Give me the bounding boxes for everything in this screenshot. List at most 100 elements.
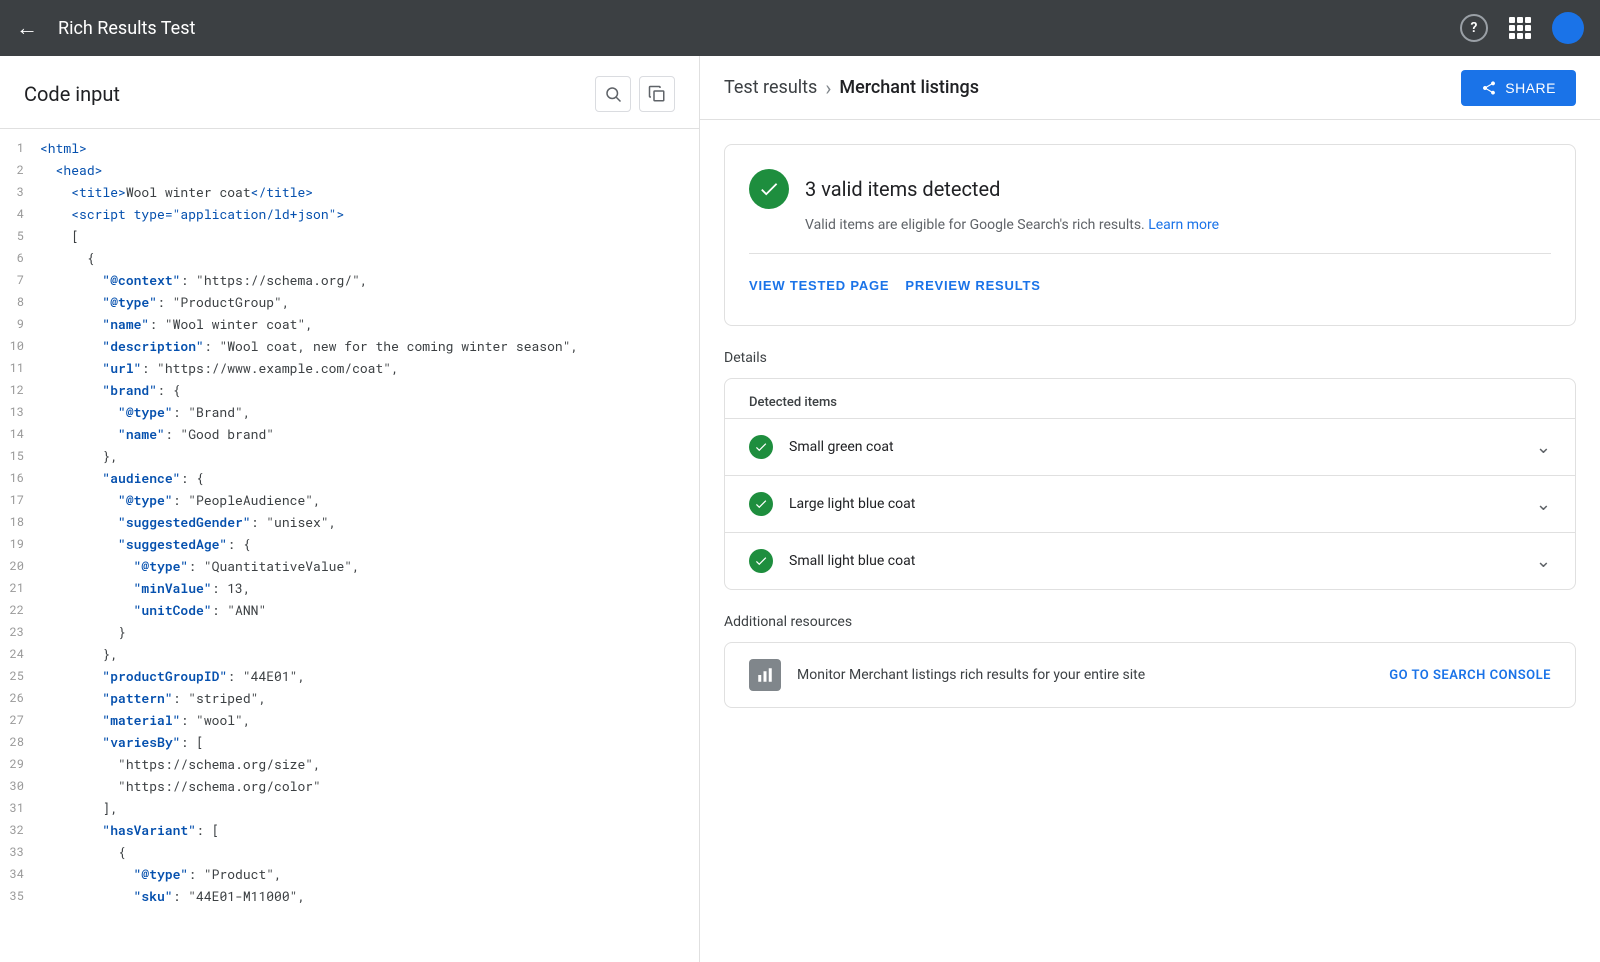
back-button[interactable]: ← (16, 15, 42, 41)
line-content: ], (40, 797, 699, 819)
code-line: 2 <head> (0, 159, 699, 181)
line-number: 12 (0, 379, 40, 401)
code-line: 5 [ (0, 225, 699, 247)
share-icon (1481, 80, 1497, 96)
breadcrumb-current: Merchant listings (839, 77, 979, 98)
line-content: }, (40, 445, 699, 467)
code-line: 1<html> (0, 137, 699, 159)
line-number: 18 (0, 511, 40, 533)
line-content: "unitCode": "ANN" (40, 599, 699, 621)
line-content: [ (40, 225, 699, 247)
user-avatar[interactable] (1552, 12, 1584, 44)
apps-button[interactable] (1504, 12, 1536, 44)
learn-more-link[interactable]: Learn more (1148, 217, 1219, 233)
line-content: "sku": "44E01-M11000", (40, 885, 699, 907)
line-content: "name": "Wool winter coat", (40, 313, 699, 335)
line-content: <html> (40, 137, 699, 159)
code-line: 19 "suggestedAge": { (0, 533, 699, 555)
line-number: 26 (0, 687, 40, 709)
line-number: 13 (0, 401, 40, 423)
line-number: 14 (0, 423, 40, 445)
details-label: Details (724, 350, 1576, 366)
code-line: 14 "name": "Good brand" (0, 423, 699, 445)
line-content: "@type": "PeopleAudience", (40, 489, 699, 511)
line-number: 31 (0, 797, 40, 819)
line-number: 28 (0, 731, 40, 753)
code-line: 18 "suggestedGender": "unisex", (0, 511, 699, 533)
line-number: 3 (0, 181, 40, 203)
valid-items-card: 3 valid items detected Valid items are e… (724, 144, 1576, 326)
code-panel-header: Code input (0, 56, 699, 129)
code-line: 32 "hasVariant": [ (0, 819, 699, 841)
code-line: 11 "url": "https://www.example.com/coat"… (0, 357, 699, 379)
go-to-search-console-link[interactable]: GO TO SEARCH CONSOLE (1389, 668, 1551, 683)
code-panel: Code input 1<html>2 <head>3 <title>Wool … (0, 56, 700, 962)
item-check-icon-1 (749, 492, 773, 516)
line-number: 16 (0, 467, 40, 489)
code-line: 24 }, (0, 643, 699, 665)
line-number: 1 (0, 137, 40, 159)
line-number: 10 (0, 335, 40, 357)
back-arrow-icon: ← (16, 15, 38, 41)
detected-items-header: Detected items (725, 379, 1575, 419)
view-tested-page-button[interactable]: VIEW TESTED PAGE (749, 270, 889, 301)
share-label: SHARE (1505, 80, 1556, 96)
help-button[interactable]: ? (1460, 14, 1488, 42)
code-line: 34 "@type": "Product", (0, 863, 699, 885)
breadcrumb-separator: › (825, 76, 831, 100)
line-number: 35 (0, 885, 40, 907)
list-item[interactable]: Small light blue coat ⌄ (725, 533, 1575, 589)
code-editor[interactable]: 1<html>2 <head>3 <title>Wool winter coat… (0, 129, 699, 962)
breadcrumb: Test results › Merchant listings (724, 76, 1461, 100)
code-line: 25 "productGroupID": "44E01", (0, 665, 699, 687)
valid-items-header: 3 valid items detected (749, 169, 1551, 209)
list-item[interactable]: Small green coat ⌄ (725, 419, 1575, 476)
list-item[interactable]: Large light blue coat ⌄ (725, 476, 1575, 533)
copy-button[interactable] (639, 76, 675, 112)
code-line: 23 } (0, 621, 699, 643)
line-content: "url": "https://www.example.com/coat", (40, 357, 699, 379)
line-number: 34 (0, 863, 40, 885)
item-name-2: Small light blue coat (789, 553, 1536, 569)
line-content: }, (40, 643, 699, 665)
check-small-icon (754, 497, 768, 511)
code-panel-title: Code input (24, 82, 120, 106)
code-line: 31 ], (0, 797, 699, 819)
line-content: { (40, 841, 699, 863)
detected-items-card: Detected items Small green coat ⌄ Large … (724, 378, 1576, 590)
line-number: 6 (0, 247, 40, 269)
resource-text: Monitor Merchant listings rich results f… (797, 667, 1373, 683)
search-button[interactable] (595, 76, 631, 112)
valid-items-subtitle: Valid items are eligible for Google Sear… (805, 217, 1551, 233)
chevron-down-icon-2: ⌄ (1536, 551, 1551, 572)
share-button[interactable]: SHARE (1461, 70, 1576, 106)
preview-results-button[interactable]: PREVIEW RESULTS (905, 270, 1040, 301)
code-line: 7 "@context": "https://schema.org/", (0, 269, 699, 291)
line-number: 5 (0, 225, 40, 247)
additional-resources-card: Monitor Merchant listings rich results f… (724, 642, 1576, 708)
code-line: 10 "description": "Wool coat, new for th… (0, 335, 699, 357)
line-number: 32 (0, 819, 40, 841)
line-content: "hasVariant": [ (40, 819, 699, 841)
line-content: "material": "wool", (40, 709, 699, 731)
line-number: 4 (0, 203, 40, 225)
breadcrumb-test-results[interactable]: Test results (724, 77, 817, 98)
valid-check-circle (749, 169, 789, 209)
copy-icon (648, 85, 666, 103)
check-small-icon (754, 440, 768, 454)
line-number: 15 (0, 445, 40, 467)
line-content: "brand": { (40, 379, 699, 401)
card-actions: VIEW TESTED PAGE PREVIEW RESULTS (749, 253, 1551, 301)
line-content: "productGroupID": "44E01", (40, 665, 699, 687)
line-content: { (40, 247, 699, 269)
code-line: 29 "https://schema.org/size", (0, 753, 699, 775)
code-line: 17 "@type": "PeopleAudience", (0, 489, 699, 511)
code-line: 12 "brand": { (0, 379, 699, 401)
line-number: 24 (0, 643, 40, 665)
code-line: 35 "sku": "44E01-M11000", (0, 885, 699, 907)
line-content: <script type="application/ld+json"> (40, 203, 699, 225)
valid-items-count: 3 valid items detected (805, 177, 1000, 201)
check-small-icon (754, 554, 768, 568)
line-content: "suggestedGender": "unisex", (40, 511, 699, 533)
code-line: 21 "minValue": 13, (0, 577, 699, 599)
